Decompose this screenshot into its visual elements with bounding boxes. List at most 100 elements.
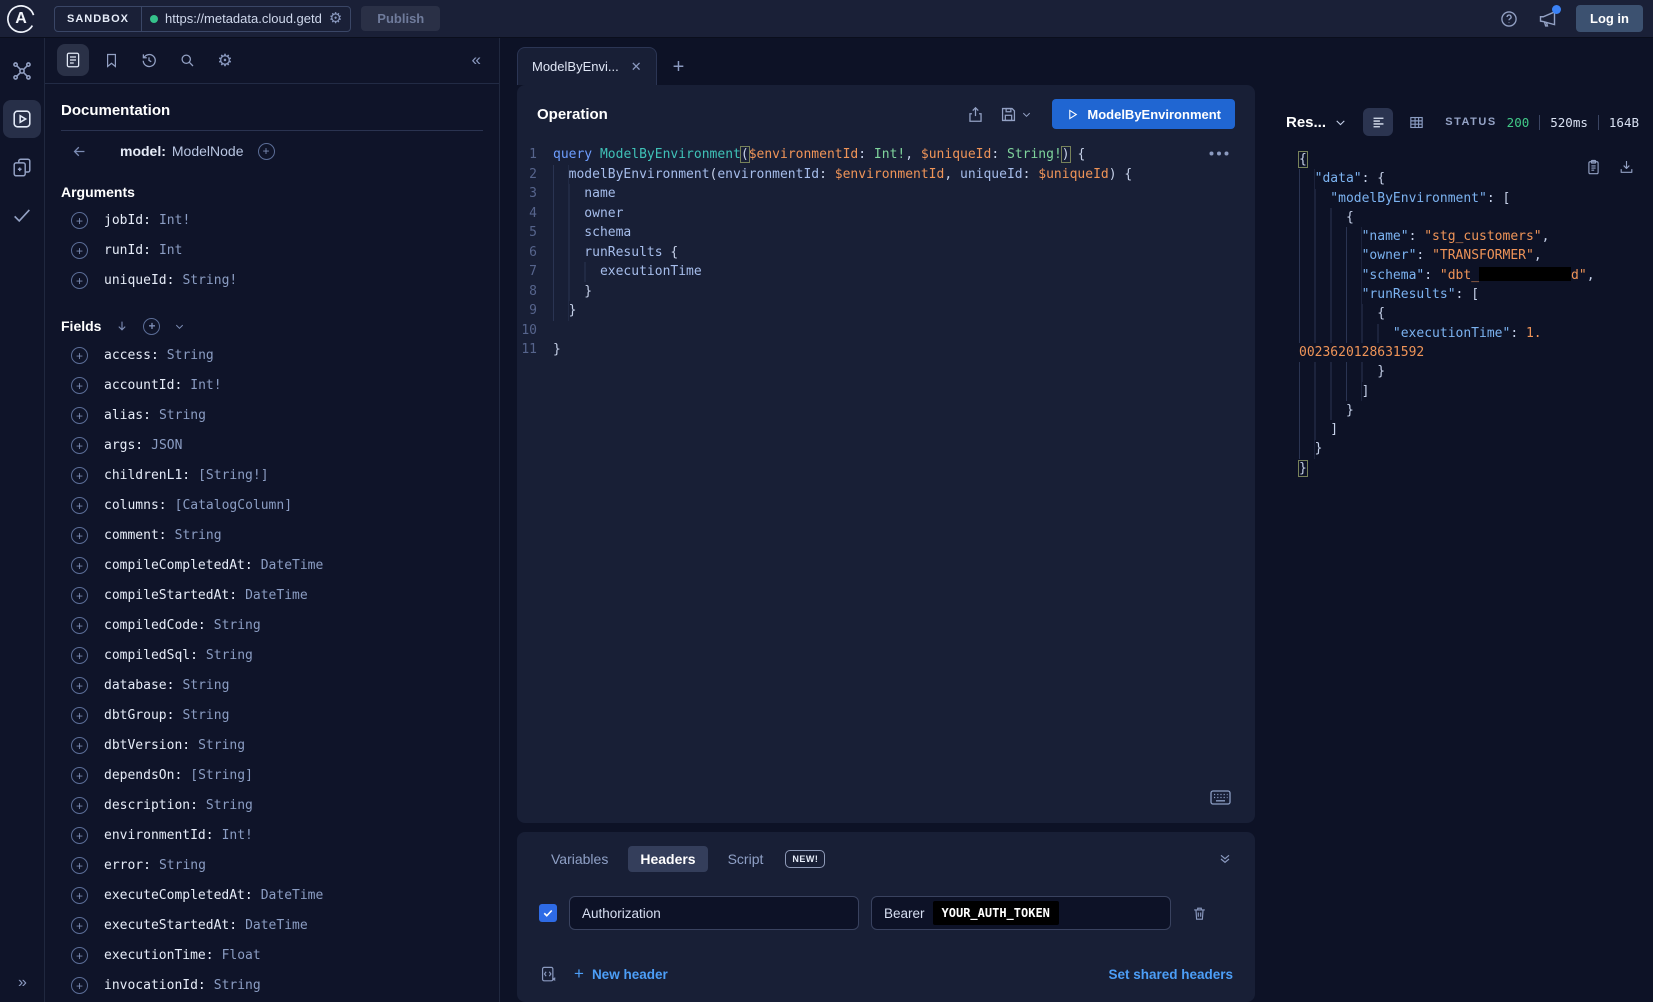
add-field-button[interactable]	[71, 437, 88, 454]
new-header-button[interactable]: + New header	[574, 964, 668, 984]
add-field-button[interactable]	[71, 212, 88, 229]
add-field-button[interactable]	[71, 647, 88, 664]
endpoint-url-segment[interactable]: https://metadata.cloud.getd ⚙	[142, 7, 350, 31]
response-format-json-button[interactable]	[1363, 108, 1393, 136]
add-field-button[interactable]	[71, 242, 88, 259]
add-field-button[interactable]	[71, 947, 88, 964]
save-options-chevron-icon[interactable]	[1021, 109, 1032, 120]
expand-rail-button[interactable]: »	[0, 974, 45, 992]
code-line-1[interactable]: 1query ModelByEnvironment($environmentId…	[517, 145, 1255, 165]
tab-headers[interactable]: Headers	[628, 846, 707, 872]
rail-item-checks[interactable]	[3, 196, 41, 234]
docs-tab-button[interactable]	[57, 44, 89, 76]
run-operation-button[interactable]: ModelByEnvironment	[1052, 99, 1235, 129]
endpoint-settings-icon[interactable]: ⚙	[329, 11, 342, 26]
add-field-button[interactable]	[71, 827, 88, 844]
add-field-button[interactable]	[71, 587, 88, 604]
rail-item-explorer[interactable]	[3, 100, 41, 138]
add-field-button[interactable]	[71, 677, 88, 694]
code-line-9[interactable]: 9}	[517, 301, 1255, 321]
sort-fields-icon[interactable]	[115, 319, 129, 333]
share-operation-button[interactable]	[966, 105, 985, 124]
indent-guide	[553, 223, 584, 243]
copy-response-button[interactable]	[1585, 158, 1602, 176]
code-line-5[interactable]: 5schema	[517, 223, 1255, 243]
align-lines-icon	[1370, 114, 1387, 131]
code-line-10[interactable]: 10	[517, 321, 1255, 341]
save-operation-button[interactable]	[999, 105, 1018, 124]
bookmark-icon	[103, 52, 120, 69]
apollo-logo-icon[interactable]	[6, 4, 36, 34]
code-line-11[interactable]: 11}	[517, 340, 1255, 360]
tab-variables[interactable]: Variables	[539, 846, 620, 872]
login-button[interactable]: Log in	[1576, 5, 1643, 32]
rail-item-schema[interactable]	[3, 52, 41, 90]
add-field-button[interactable]	[71, 557, 88, 574]
add-field-button[interactable]	[71, 767, 88, 784]
response-dropdown-chevron[interactable]	[1334, 116, 1347, 129]
download-response-button[interactable]	[1618, 158, 1635, 176]
add-field-button[interactable]	[71, 497, 88, 514]
history-clock-icon	[140, 51, 158, 69]
set-shared-headers-link[interactable]: Set shared headers	[1108, 967, 1233, 982]
environment-variables-button[interactable]	[539, 965, 558, 984]
breadcrumb-type[interactable]: ModelNode	[172, 143, 244, 159]
indent-guide	[553, 243, 584, 263]
delete-header-button[interactable]	[1191, 905, 1208, 922]
field-name: columns:	[104, 498, 167, 513]
field-name: compileStartedAt:	[104, 588, 237, 603]
code-line-7[interactable]: 7executionTime	[517, 262, 1255, 282]
collapse-docs-button[interactable]: «	[472, 50, 487, 70]
field-type: [CatalogColumn]	[175, 498, 292, 513]
bookmarks-tab-button[interactable]	[95, 44, 127, 76]
collapse-request-panel-button[interactable]	[1217, 851, 1233, 867]
header-enabled-checkbox[interactable]	[539, 904, 557, 922]
code-line-6[interactable]: 6runResults {	[517, 243, 1255, 263]
add-field-button[interactable]	[71, 737, 88, 754]
add-field-button[interactable]	[71, 887, 88, 904]
add-field-button[interactable]	[71, 407, 88, 424]
rail-item-checklist[interactable]	[3, 148, 41, 186]
add-field-button[interactable]	[71, 617, 88, 634]
history-tab-button[interactable]	[133, 44, 165, 76]
response-format-table-button[interactable]	[1401, 108, 1431, 136]
code-line-8[interactable]: 8}	[517, 282, 1255, 302]
fields-options-chevron-icon[interactable]	[174, 321, 185, 332]
keyboard-shortcuts-button[interactable]	[1210, 790, 1231, 805]
publish-button[interactable]: Publish	[361, 6, 440, 31]
endpoint-url[interactable]: https://metadata.cloud.getd	[165, 11, 322, 26]
doc-field-jobId: jobId:Int!	[61, 206, 483, 236]
auth-token-chip[interactable]: YOUR_AUTH_TOKEN	[933, 901, 1059, 925]
announcements-button[interactable]	[1537, 8, 1558, 29]
help-button[interactable]	[1499, 9, 1519, 29]
search-tab-button[interactable]	[171, 44, 203, 76]
doc-field-comment: comment:String	[61, 521, 483, 551]
add-field-button[interactable]	[71, 977, 88, 994]
settings-tab-button[interactable]: ⚙	[209, 44, 241, 76]
code-line-3[interactable]: 3name	[517, 184, 1255, 204]
code-line-4[interactable]: 4owner	[517, 204, 1255, 224]
field-name: error:	[104, 858, 151, 873]
tab-script[interactable]: Script	[716, 846, 776, 872]
operation-more-menu[interactable]	[1209, 151, 1229, 156]
add-field-button[interactable]	[71, 917, 88, 934]
add-field-button[interactable]	[71, 377, 88, 394]
add-field-button[interactable]	[71, 797, 88, 814]
new-tab-button[interactable]: +	[673, 57, 685, 77]
operation-editor[interactable]: 1query ModelByEnvironment($environmentId…	[517, 139, 1255, 823]
doc-field-accountId: accountId:Int!	[61, 371, 483, 401]
add-field-button[interactable]	[71, 527, 88, 544]
code-line-2[interactable]: 2modelByEnvironment(environmentId: $envi…	[517, 165, 1255, 185]
add-field-button[interactable]	[71, 467, 88, 484]
close-tab-icon[interactable]: ✕	[631, 59, 642, 75]
header-value-field[interactable]: Bearer YOUR_AUTH_TOKEN	[871, 896, 1171, 930]
add-all-fields-button[interactable]	[143, 318, 160, 335]
operation-tab[interactable]: ModelByEnvi... ✕	[517, 47, 657, 85]
add-field-button[interactable]	[71, 707, 88, 724]
back-arrow-icon[interactable]	[71, 143, 88, 160]
add-type-button[interactable]	[258, 143, 275, 160]
add-field-button[interactable]	[71, 347, 88, 364]
header-key-input[interactable]	[569, 896, 859, 930]
add-field-button[interactable]	[71, 857, 88, 874]
add-field-button[interactable]	[71, 272, 88, 289]
